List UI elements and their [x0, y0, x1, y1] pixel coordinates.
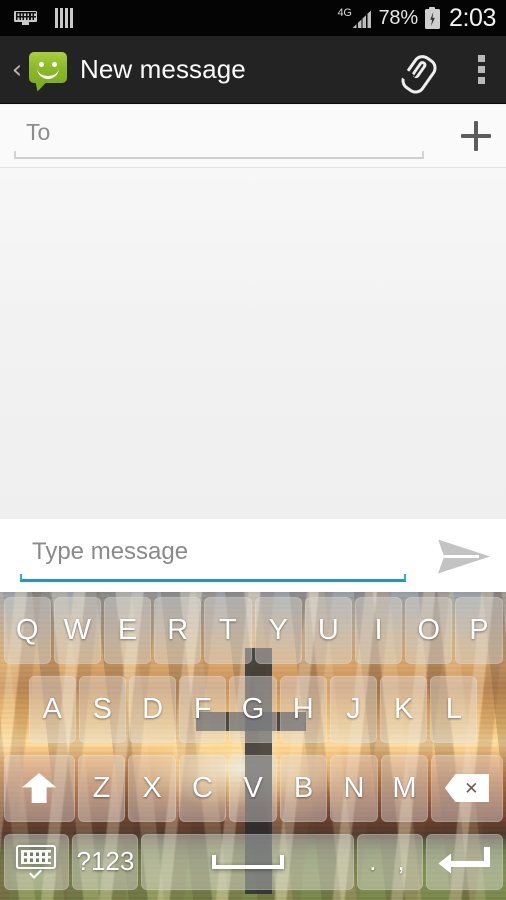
shift-arrow-icon — [22, 773, 57, 803]
key-n[interactable]: N — [330, 754, 378, 822]
key-k[interactable]: K — [380, 675, 428, 743]
key-i[interactable]: I — [354, 596, 403, 664]
key-j[interactable]: J — [329, 675, 378, 743]
recipient-placeholder: To — [26, 119, 51, 145]
status-bar-right: 4G 78% 2:03 — [338, 4, 497, 33]
key-r[interactable]: R — [154, 596, 202, 664]
add-contact-button[interactable] — [446, 111, 506, 161]
key-f[interactable]: F — [179, 675, 227, 743]
key-space[interactable] — [141, 833, 355, 890]
conversation-area — [0, 167, 506, 520]
key-x[interactable]: X — [128, 754, 176, 822]
keyboard-row-3: Z X C V B N M ✕ — [0, 753, 506, 832]
battery-percent-label: 78% — [378, 6, 419, 29]
key-l[interactable]: L — [430, 675, 478, 743]
clock-label: 2:03 — [448, 3, 496, 32]
key-q[interactable]: Q — [3, 596, 51, 664]
key-shift[interactable] — [3, 754, 75, 822]
keyboard-row-1: Q W E R T Y U I O P — [0, 595, 506, 674]
keyboard-active-icon — [14, 10, 37, 26]
send-icon — [438, 539, 490, 574]
action-bar: ‹ New message — [0, 36, 506, 104]
status-bar-left — [14, 8, 75, 28]
key-enter[interactable] — [426, 833, 503, 890]
compose-bar: Type message — [0, 519, 506, 592]
overflow-menu-icon[interactable] — [472, 53, 492, 86]
key-u[interactable]: U — [304, 596, 352, 664]
key-w[interactable]: W — [53, 596, 101, 664]
keyboard-hide-icon — [16, 844, 57, 879]
key-g[interactable]: G — [229, 675, 277, 743]
key-e[interactable]: E — [103, 596, 152, 664]
key-symbols[interactable]: ?123 — [72, 833, 139, 890]
message-input[interactable]: Type message — [20, 530, 416, 582]
keyboard-row-2: A S D F G H J K L — [0, 674, 506, 753]
battery-charging-icon — [424, 7, 440, 29]
key-d[interactable]: D — [128, 675, 177, 743]
key-y[interactable]: Y — [254, 596, 302, 664]
key-h[interactable]: H — [279, 675, 327, 743]
soft-keyboard: Q W E R T Y U I O P A S D F G H J K L Z … — [0, 592, 506, 900]
send-button[interactable] — [426, 526, 506, 586]
paperclip-icon[interactable] — [395, 45, 443, 97]
spacebar-icon — [211, 854, 284, 869]
phone-screen: 4G 78% 2:03 ‹ New message To Type messag… — [0, 0, 506, 900]
backspace-icon: ✕ — [444, 774, 489, 802]
key-z[interactable]: Z — [77, 754, 126, 822]
messaging-app-icon[interactable] — [28, 51, 68, 92]
action-bar-actions — [397, 50, 492, 97]
network-signal-icon: 4G — [338, 7, 372, 29]
key-p[interactable]: P — [455, 596, 503, 664]
keyboard-row-4: ?123 . , — [0, 832, 506, 898]
status-bar: 4G 78% 2:03 — [0, 0, 506, 36]
page-title: New message — [80, 54, 246, 84]
key-t[interactable]: T — [204, 596, 252, 664]
key-m[interactable]: M — [380, 754, 429, 822]
key-period-comma[interactable]: . , — [357, 833, 424, 890]
key-a[interactable]: A — [28, 675, 76, 743]
recipient-row: To — [0, 105, 506, 167]
recipient-input[interactable]: To — [14, 113, 424, 159]
keyboard-rows: Q W E R T Y U I O P A S D F G H J K L Z … — [0, 592, 506, 900]
key-v[interactable]: V — [229, 754, 277, 822]
key-s[interactable]: S — [78, 675, 126, 743]
key-backspace[interactable]: ✕ — [431, 754, 503, 822]
enter-arrow-icon — [438, 846, 491, 877]
key-b[interactable]: B — [279, 754, 328, 822]
message-placeholder: Type message — [32, 537, 189, 565]
network-type-label: 4G — [337, 7, 352, 19]
key-hide-keyboard[interactable] — [3, 833, 70, 890]
key-c[interactable]: C — [178, 754, 227, 822]
signal-bars-icon — [55, 8, 75, 28]
back-chevron-icon[interactable]: ‹ — [8, 57, 26, 83]
key-o[interactable]: O — [405, 596, 453, 664]
